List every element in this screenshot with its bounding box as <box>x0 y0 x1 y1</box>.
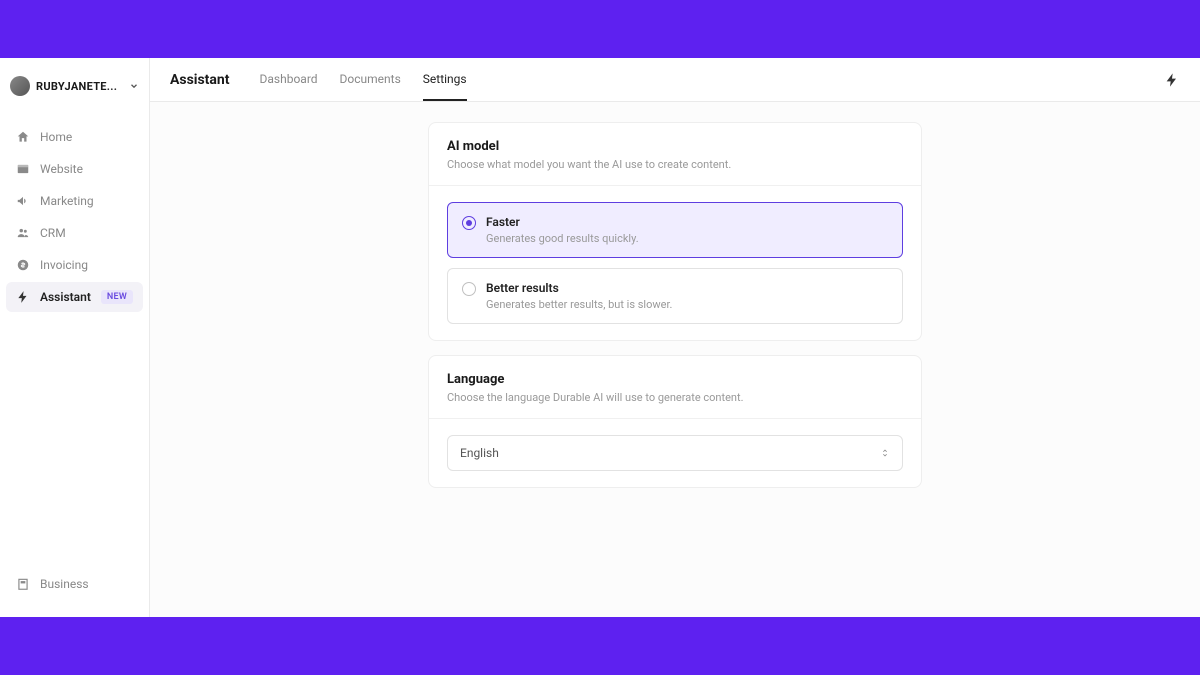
sidebar-item-business[interactable]: Business <box>10 571 139 597</box>
option-content: Faster Generates good results quickly. <box>486 215 888 245</box>
home-icon <box>16 130 30 144</box>
business-icon <box>16 577 30 591</box>
sidebar-item-label: Assistant <box>40 290 91 304</box>
user-name: RUBYJANETE... <box>36 80 123 93</box>
sidebar: RUBYJANETE... Home Website Marketing CRM <box>0 58 150 617</box>
crm-icon <box>16 226 30 240</box>
chevron-updown-icon <box>880 446 890 460</box>
nav-items: Home Website Marketing CRM Invoicing Ass… <box>0 110 149 563</box>
card-body: Faster Generates good results quickly. B… <box>429 186 921 340</box>
main: Assistant Dashboard Documents Settings A… <box>150 58 1200 617</box>
website-icon <box>16 162 30 176</box>
sidebar-item-label: Business <box>40 577 89 591</box>
sidebar-item-label: Website <box>40 162 83 176</box>
sidebar-item-crm[interactable]: CRM <box>6 218 143 248</box>
card-description: Choose the language Durable AI will use … <box>447 391 903 404</box>
ai-option-better[interactable]: Better results Generates better results,… <box>447 268 903 324</box>
radio-button <box>462 216 476 230</box>
card-body: English <box>429 419 921 487</box>
card-description: Choose what model you want the AI use to… <box>447 158 903 171</box>
card-title: Language <box>447 372 903 387</box>
card-header: AI model Choose what model you want the … <box>429 123 921 186</box>
topbar: Assistant Dashboard Documents Settings <box>150 58 1200 102</box>
language-select[interactable]: English <box>447 435 903 471</box>
sidebar-item-website[interactable]: Website <box>6 154 143 184</box>
sidebar-item-label: Invoicing <box>40 258 88 272</box>
sidebar-item-label: Home <box>40 130 72 144</box>
invoicing-icon <box>16 258 30 272</box>
card-title: AI model <box>447 139 903 154</box>
lightning-icon[interactable] <box>1164 72 1180 88</box>
new-badge: NEW <box>101 290 133 304</box>
tabs: Dashboard Documents Settings <box>260 58 467 101</box>
sidebar-item-label: CRM <box>40 226 66 240</box>
ai-option-faster[interactable]: Faster Generates good results quickly. <box>447 202 903 258</box>
tab-dashboard[interactable]: Dashboard <box>260 58 318 101</box>
option-content: Better results Generates better results,… <box>486 281 888 311</box>
sidebar-item-label: Marketing <box>40 194 94 208</box>
marketing-icon <box>16 194 30 208</box>
option-title: Faster <box>486 215 888 229</box>
content: AI model Choose what model you want the … <box>150 102 1200 508</box>
option-description: Generates good results quickly. <box>486 232 888 245</box>
user-menu[interactable]: RUBYJANETE... <box>0 70 149 110</box>
avatar <box>10 76 30 96</box>
sidebar-footer: Business <box>0 563 149 605</box>
select-value: English <box>460 446 499 460</box>
option-description: Generates better results, but is slower. <box>486 298 888 311</box>
ai-model-card: AI model Choose what model you want the … <box>428 122 922 341</box>
assistant-icon <box>16 290 30 304</box>
top-banner <box>0 0 1200 58</box>
tab-documents[interactable]: Documents <box>340 58 401 101</box>
radio-button <box>462 282 476 296</box>
option-title: Better results <box>486 281 888 295</box>
language-card: Language Choose the language Durable AI … <box>428 355 922 488</box>
sidebar-item-assistant[interactable]: Assistant NEW <box>6 282 143 312</box>
card-header: Language Choose the language Durable AI … <box>429 356 921 419</box>
tab-settings[interactable]: Settings <box>423 58 467 101</box>
page-title: Assistant <box>170 72 230 88</box>
sidebar-item-invoicing[interactable]: Invoicing <box>6 250 143 280</box>
app-container: RUBYJANETE... Home Website Marketing CRM <box>0 58 1200 617</box>
chevron-down-icon <box>129 81 139 91</box>
sidebar-item-home[interactable]: Home <box>6 122 143 152</box>
bottom-banner <box>0 617 1200 675</box>
sidebar-item-marketing[interactable]: Marketing <box>6 186 143 216</box>
